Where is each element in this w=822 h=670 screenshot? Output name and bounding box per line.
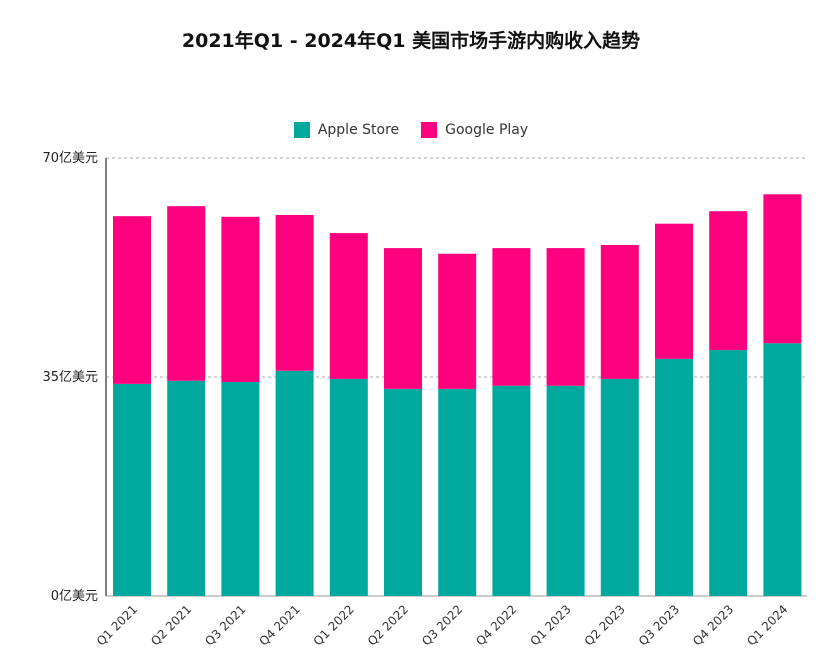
bar-google-play: [655, 223, 693, 359]
x-tick-label: Q4 2023: [690, 602, 736, 648]
x-tick-label: Q2 2022: [365, 602, 411, 648]
bar-google-play: [600, 244, 639, 379]
bar-google-play: [221, 216, 260, 383]
bar-apple-store: [113, 383, 151, 596]
y-tick-label: 35亿美元: [42, 370, 98, 385]
bar-google-play: [329, 233, 368, 379]
bar-apple-store: [167, 380, 206, 596]
bar-google-play: [492, 248, 531, 386]
bar-google-play: [384, 248, 422, 389]
bar-apple-store: [546, 385, 585, 596]
y-tick-label: 70亿美元: [42, 151, 98, 166]
bar-apple-store: [709, 350, 748, 596]
x-tick-label: Q3 2023: [636, 602, 682, 648]
bar-apple-store: [384, 388, 422, 596]
bar-google-play: [546, 248, 585, 386]
x-tick-label: Q1 2023: [527, 602, 573, 648]
x-tick-label: Q2 2021: [148, 602, 194, 648]
x-tick-label: Q1 2021: [94, 602, 140, 648]
bar-apple-store: [655, 358, 693, 596]
bar-google-play: [113, 216, 151, 384]
bar-google-play: [275, 214, 314, 371]
bar-google-play: [763, 194, 802, 344]
bar-apple-store: [763, 343, 802, 596]
x-tick-label: Q1 2024: [744, 602, 790, 648]
stacked-bar-chart: 0亿美元35亿美元70亿美元Q1 2021 Q2 2021 Q3 2021 Q4 20…: [42, 151, 807, 648]
x-tick-label: Q3 2021: [202, 602, 248, 648]
y-tick-label: 0亿美元: [51, 589, 98, 604]
bar-apple-store: [221, 382, 260, 596]
x-tick-label: Q4 2022: [473, 602, 519, 648]
bar-apple-store: [492, 385, 531, 596]
bar-google-play: [438, 253, 477, 389]
bar-apple-store: [329, 378, 368, 596]
bar-google-play: [167, 206, 206, 381]
bar-google-play: [709, 211, 748, 351]
bar-apple-store: [438, 388, 477, 596]
bar-apple-store: [600, 378, 639, 596]
x-tick-label: Q2 2023: [582, 602, 628, 648]
x-tick-label: Q1 2022: [311, 602, 357, 648]
bar-apple-store: [275, 370, 314, 596]
x-tick-label: Q3 2022: [419, 602, 465, 648]
x-tick-label: Q4 2021: [256, 602, 302, 648]
